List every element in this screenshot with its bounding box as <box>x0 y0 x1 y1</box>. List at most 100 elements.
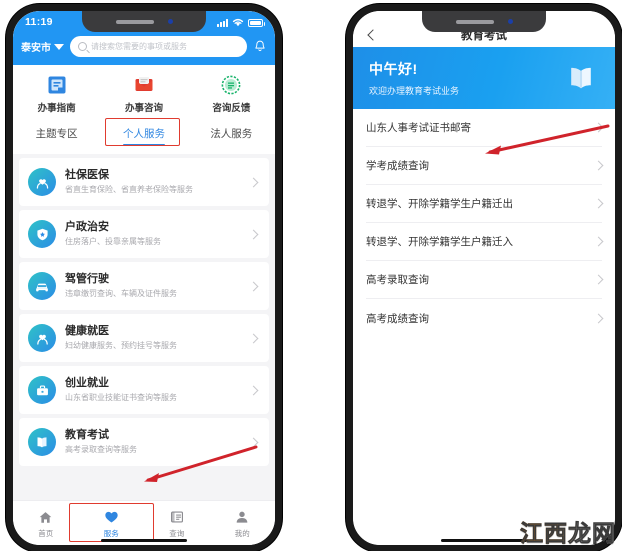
home-indicator <box>101 539 187 542</box>
wifi-icon <box>232 18 244 26</box>
right-phone-frame: 教育考试 中午好! 欢迎办理教育考试业务 山东人事考试证书邮寄 学考成绩查询 转… <box>346 4 622 551</box>
city-selector[interactable]: 泰安市 <box>21 39 64 54</box>
left-phone-screen: 11:19 泰安市 请搜索您需要的事项或服务 办事指南 办事咨询 咨询反馈 主题… <box>13 11 275 545</box>
chevron-right-icon <box>593 122 604 133</box>
tab-legal-service[interactable]: 法人服务 <box>188 122 275 146</box>
right-phone-screen: 教育考试 中午好! 欢迎办理教育考试业务 山东人事考试证书邮寄 学考成绩查询 转… <box>353 11 615 545</box>
tab-bar-mine[interactable]: 我的 <box>210 507 276 539</box>
service-desc: 住房落户、投靠亲属等服务 <box>65 236 161 246</box>
service-text: 户政治安 住房落户、投靠亲属等服务 <box>65 221 241 247</box>
service-desc: 妇幼健康服务、预约挂号等服务 <box>65 340 177 350</box>
quick-action-guide[interactable]: 办事指南 <box>13 74 100 114</box>
tab-active-underline <box>122 144 165 146</box>
front-camera <box>167 19 173 24</box>
bell-icon[interactable] <box>253 39 267 54</box>
mail-icon <box>133 74 155 96</box>
service-desc: 违章缴罚查询、车辆及证件服务 <box>65 288 177 298</box>
status-time: 11:19 <box>25 16 53 28</box>
list-item[interactable]: 学考成绩查询 <box>366 147 604 185</box>
chevron-right-icon <box>593 198 604 209</box>
list-item-label: 学考成绩查询 <box>366 160 429 172</box>
service-text: 社保医保 省直生育保险、省直养老保险等服务 <box>65 169 241 195</box>
banner-greeting: 中午好! <box>369 61 418 77</box>
quick-action-label: 咨询反馈 <box>212 103 251 114</box>
list-item[interactable]: 高考录取查询 <box>366 261 604 299</box>
notch <box>422 11 546 32</box>
screenshot-stage: 11:19 泰安市 请搜索您需要的事项或服务 办事指南 办事咨询 咨询反馈 主题… <box>0 0 622 551</box>
quick-actions-row: 办事指南 办事咨询 咨询反馈 <box>13 65 275 120</box>
city-label: 泰安市 <box>21 43 51 54</box>
service-title: 户政治安 <box>65 221 109 234</box>
speaker-grill <box>455 19 494 24</box>
tab-bar-label: 首页 <box>38 529 54 538</box>
briefcase-icon <box>28 376 56 404</box>
service-card[interactable]: 驾管行驶 违章缴罚查询、车辆及证件服务 <box>19 262 269 310</box>
service-title: 社保医保 <box>65 169 109 182</box>
list-item-label: 高考成绩查询 <box>366 312 429 325</box>
chevron-right-icon <box>593 274 604 285</box>
service-title: 教育考试 <box>65 429 109 442</box>
quick-action-label: 办事指南 <box>37 103 76 114</box>
chevron-right-icon <box>248 229 259 239</box>
home-indicator <box>441 539 527 542</box>
search-row: 泰安市 请搜索您需要的事项或服务 <box>13 33 275 65</box>
shield-star-icon <box>28 220 56 248</box>
list-item[interactable]: 转退学、开除学籍学生户籍迁出 <box>366 185 604 223</box>
book-icon <box>28 428 56 456</box>
service-desc: 山东省职业技能证书查询等服务 <box>65 392 177 402</box>
health-heart-icon <box>28 324 56 352</box>
search-icon <box>78 42 87 51</box>
service-card[interactable]: 教育考试 高考录取查询等服务 <box>19 418 269 466</box>
service-card[interactable]: 户政治安 住房落户、投靠亲属等服务 <box>19 210 269 258</box>
tab-personal-service[interactable]: 个人服务 <box>100 122 187 146</box>
chevron-right-icon <box>593 160 604 171</box>
list-item[interactable]: 转退学、开除学籍学生户籍迁入 <box>366 223 604 261</box>
tab-bar-label: 我的 <box>234 529 250 538</box>
service-title: 创业就业 <box>65 377 109 390</box>
book-icon <box>571 67 591 89</box>
chevron-right-icon <box>248 177 259 187</box>
tab-label: 法人服务 <box>210 128 253 140</box>
list-item-label: 高考录取查询 <box>366 274 429 286</box>
signal-bars-icon <box>217 18 228 27</box>
search-input[interactable]: 请搜索您需要的事项或服务 <box>70 36 247 57</box>
chevron-right-icon <box>593 313 604 323</box>
quick-action-feedback[interactable]: 咨询反馈 <box>188 74 275 114</box>
search-placeholder: 请搜索您需要的事项或服务 <box>91 42 187 51</box>
list-item[interactable]: 山东人事考试证书邮寄 <box>366 109 604 147</box>
status-icons <box>217 18 265 27</box>
back-chevron-icon[interactable] <box>365 27 381 43</box>
speaker-grill <box>115 19 154 24</box>
service-card[interactable]: 社保医保 省直生育保险、省直养老保险等服务 <box>19 158 269 206</box>
exam-service-list: 山东人事考试证书邮寄 学考成绩查询 转退学、开除学籍学生户籍迁出 转退学、开除学… <box>353 109 615 337</box>
person-icon <box>234 509 250 525</box>
tab-bar-label: 查询 <box>169 529 185 538</box>
tab-bar-service[interactable]: 服务 <box>68 503 154 542</box>
chevron-right-icon <box>248 385 259 395</box>
front-camera <box>507 19 513 24</box>
list-item-label: 转退学、开除学籍学生户籍迁入 <box>366 236 513 248</box>
service-card[interactable]: 创业就业 山东省职业技能证书查询等服务 <box>19 366 269 414</box>
list-item[interactable]: 高考成绩查询 <box>366 299 604 337</box>
tab-bar-query[interactable]: 查询 <box>144 507 210 539</box>
service-desc: 省直生育保险、省直养老保险等服务 <box>65 184 193 194</box>
tab-theme-zone[interactable]: 主题专区 <box>13 122 100 146</box>
quick-action-label: 办事咨询 <box>124 103 163 114</box>
service-card[interactable]: 健康就医 妇幼健康服务、预约挂号等服务 <box>19 314 269 362</box>
banner-subtitle: 欢迎办理教育考试业务 <box>369 86 460 96</box>
service-title: 健康就医 <box>65 325 109 338</box>
list-icon <box>169 509 185 525</box>
car-icon <box>28 272 56 300</box>
chevron-right-icon <box>248 437 259 447</box>
feedback-icon <box>220 74 242 96</box>
notch <box>82 11 206 32</box>
service-text: 驾管行驶 违章缴罚查询、车辆及证件服务 <box>65 273 241 299</box>
chevron-right-icon <box>593 236 604 247</box>
greeting-banner: 中午好! 欢迎办理教育考试业务 <box>353 47 615 109</box>
chevron-down-icon <box>54 43 64 50</box>
battery-icon <box>248 18 265 27</box>
service-text: 健康就医 妇幼健康服务、预约挂号等服务 <box>65 325 241 351</box>
heart-hands-icon <box>28 168 56 196</box>
quick-action-consult[interactable]: 办事咨询 <box>100 74 187 114</box>
service-tabs: 主题专区 个人服务 法人服务 <box>13 118 275 154</box>
